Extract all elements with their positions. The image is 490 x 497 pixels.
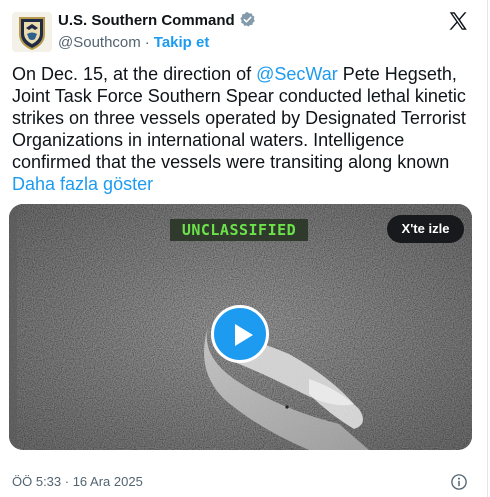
show-more-link[interactable]: Daha fazla göster [12,174,153,194]
unclassified-label: UNCLASSIFIED [170,219,308,241]
author-handle-row: @Southcom · Takip et [58,34,209,51]
tweet-text-start: On Dec. 15, at the direction of [12,64,257,84]
author-name[interactable]: U.S. Southern Command [58,11,256,32]
author-display-name[interactable]: U.S. Southern Command [58,12,235,29]
x-logo-icon[interactable] [447,10,469,32]
mention-link[interactable]: @SecWar [256,64,338,84]
verified-badge-icon [239,11,256,32]
tweet-text: On Dec. 15, at the direction of @SecWar … [12,63,472,195]
watch-on-x-button[interactable]: X'te izle [387,215,464,243]
tweet-timestamp[interactable]: ÖÖ 5:33 · 16 Ara 2025 [12,474,143,489]
follow-button[interactable]: Takip et [154,34,210,51]
tweet-card: U.S. Southern Command @Southcom · Takip et… [0,0,488,497]
author-handle[interactable]: @Southcom [58,34,141,51]
info-icon[interactable] [450,473,468,491]
play-icon [235,324,253,346]
play-button[interactable] [211,305,269,363]
southcom-seal-icon[interactable] [12,12,52,52]
separator-dot: · [144,34,150,51]
